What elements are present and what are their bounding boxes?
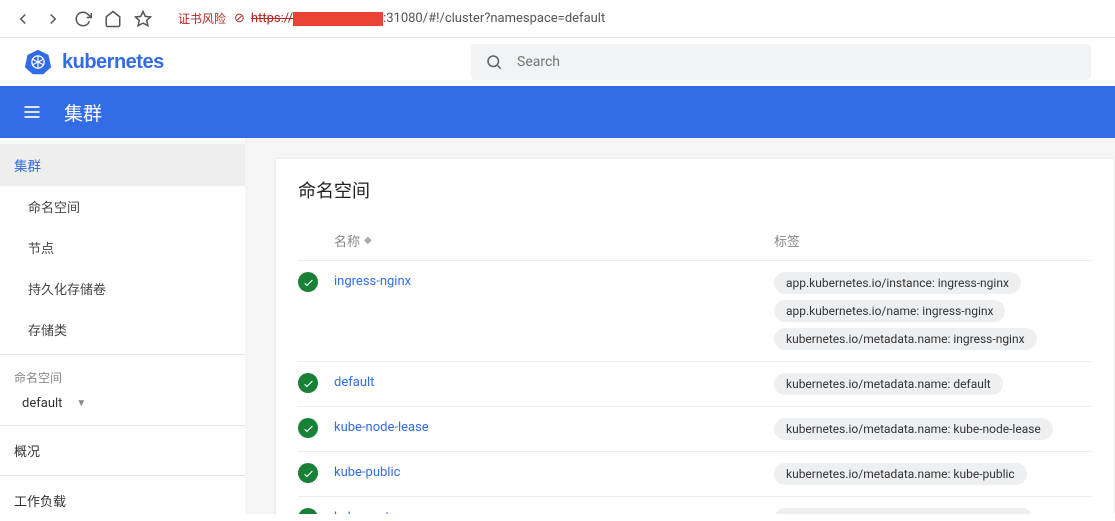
namespace-value: default <box>22 396 62 411</box>
url-protocol: https:// <box>251 11 293 26</box>
column-labels-header: 标签 <box>774 231 1092 250</box>
namespace-selector[interactable]: default ▼ <box>0 390 245 421</box>
lock-broken-icon: ⊘ <box>234 11 245 26</box>
status-ok-icon <box>298 373 318 393</box>
sidebar-item-overview[interactable]: 概况 <box>0 430 245 471</box>
cert-warning-label: 证书风险 <box>178 10 226 27</box>
table-row: kube-node-lease kubernetes.io/metadata.na… <box>298 406 1092 451</box>
label-chip: kubernetes.io/metadata.name: kube-public <box>774 463 1027 485</box>
sidebar-sub-item[interactable]: 命名空间 <box>0 186 245 227</box>
page-title: 集群 <box>64 99 102 126</box>
namespace-link[interactable]: kube-system <box>334 508 408 514</box>
sidebar-item-workloads[interactable]: 工作负载 <box>0 480 245 521</box>
content-area: 集群 命名空间节点持久化存储卷存储类 命名空间 default ▼ 概况 工作负… <box>0 138 1115 514</box>
sidebar-section-namespace: 命名空间 <box>0 359 245 390</box>
table-header: 名称 ◆ 标签 <box>298 223 1092 260</box>
app-header: kubernetes <box>0 38 1115 86</box>
address-bar[interactable]: 证书风险 ⊘ https:// :31080/#!/cluster?namesp… <box>178 10 1107 27</box>
label-chip: app.kubernetes.io/name: ingress-nginx <box>774 300 1005 322</box>
sort-icon: ◆ <box>364 235 372 246</box>
chevron-down-icon: ▼ <box>76 398 86 409</box>
sidebar-sub-item[interactable]: 存储类 <box>0 309 245 350</box>
back-button[interactable] <box>8 4 38 34</box>
divider <box>0 475 245 476</box>
main-panel: 命名空间 名称 ◆ 标签 ingress-nginx app.kubernetes… <box>245 138 1115 514</box>
sidebar: 集群 命名空间节点持久化存储卷存储类 命名空间 default ▼ 概况 工作负… <box>0 138 245 514</box>
search-icon <box>485 53 503 71</box>
reload-button[interactable] <box>68 4 98 34</box>
card-title: 命名空间 <box>298 177 1092 203</box>
status-ok-icon <box>298 508 318 514</box>
divider <box>0 354 245 355</box>
column-name-header[interactable]: 名称 ◆ <box>334 231 774 250</box>
status-ok-icon <box>298 418 318 438</box>
namespace-link[interactable]: default <box>334 373 374 390</box>
bookmark-button[interactable] <box>128 4 158 34</box>
search-box[interactable] <box>471 44 1091 80</box>
browser-toolbar: 证书风险 ⊘ https:// :31080/#!/cluster?namesp… <box>0 0 1115 38</box>
divider <box>0 425 245 426</box>
title-bar: 集群 <box>0 86 1115 138</box>
sidebar-sub-item[interactable]: 节点 <box>0 227 245 268</box>
label-chip: kubernetes.io/metadata.name: ingress-ngi… <box>774 328 1037 350</box>
kubernetes-logo-icon <box>24 48 52 76</box>
namespace-link[interactable]: kube-public <box>334 463 400 480</box>
search-input[interactable] <box>517 54 1077 70</box>
label-chip: kubernetes.io/metadata.name: default <box>774 373 1003 395</box>
label-chip: kubernetes.io/metadata.name: kube-system <box>774 508 1033 514</box>
menu-icon[interactable] <box>22 102 42 122</box>
status-ok-icon <box>298 272 318 292</box>
table-row: default kubernetes.io/metadata.name: defa… <box>298 361 1092 406</box>
brand-text: kubernetes <box>62 51 164 74</box>
logo-area[interactable]: kubernetes <box>24 48 164 76</box>
home-button[interactable] <box>98 4 128 34</box>
url-suffix: :31080/#!/cluster?namespace=default <box>383 11 605 26</box>
label-chip: kubernetes.io/metadata.name: kube-node-l… <box>774 418 1053 440</box>
label-chip: app.kubernetes.io/instance: ingress-ngin… <box>774 272 1021 294</box>
sidebar-item-cluster[interactable]: 集群 <box>0 144 245 186</box>
url-redacted-host <box>293 12 383 26</box>
forward-button[interactable] <box>38 4 68 34</box>
table-row: kube-public kubernetes.io/metadata.name: … <box>298 451 1092 496</box>
table-row: ingress-nginx app.kubernetes.io/instance:… <box>298 260 1092 361</box>
namespace-link[interactable]: kube-node-lease <box>334 418 429 435</box>
status-ok-icon <box>298 463 318 483</box>
sidebar-sub-item[interactable]: 持久化存储卷 <box>0 268 245 309</box>
namespaces-card: 命名空间 名称 ◆ 标签 ingress-nginx app.kubernetes… <box>275 158 1115 514</box>
table-row: kube-system kubernetes.io/metadata.name: … <box>298 496 1092 514</box>
namespace-link[interactable]: ingress-nginx <box>334 272 411 289</box>
